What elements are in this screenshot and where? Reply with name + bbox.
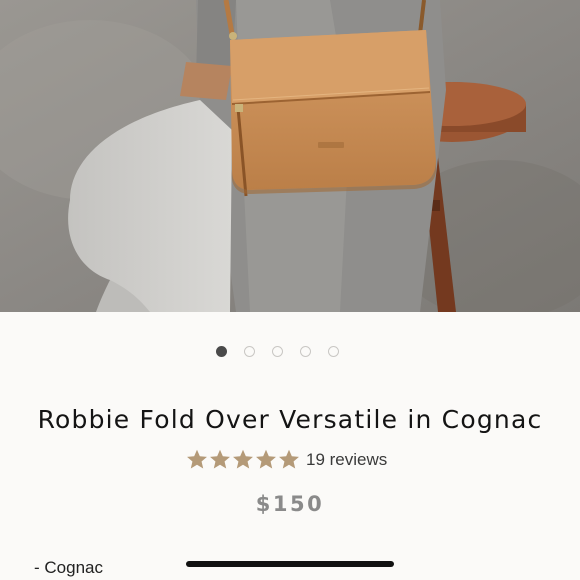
- carousel-dot-2[interactable]: [243, 346, 255, 357]
- product-title: Robbie Fold Over Versatile in Cognac: [37, 405, 543, 434]
- star-icon: [278, 449, 300, 470]
- carousel-dot-4[interactable]: [299, 346, 311, 357]
- star-icon: [255, 449, 277, 470]
- rating-stars: [186, 449, 300, 470]
- product-price: $150: [255, 492, 325, 516]
- image-carousel-dots: [0, 346, 567, 357]
- star-icon: [209, 449, 231, 470]
- star-icon: [232, 449, 254, 470]
- home-indicator-bar[interactable]: [186, 561, 394, 567]
- product-image[interactable]: [0, 0, 580, 312]
- star-icon: [186, 449, 208, 470]
- carousel-dot-5[interactable]: [327, 346, 339, 357]
- carousel-dot-1[interactable]: [215, 346, 227, 357]
- carousel-dot-3[interactable]: [271, 346, 283, 357]
- product-rating[interactable]: 19 reviews: [186, 449, 387, 470]
- reviews-link[interactable]: 19 reviews: [306, 450, 387, 470]
- product-screen: Robbie Fold Over Versatile in Cognac 19 …: [0, 0, 580, 580]
- variant-color: - Cognac: [34, 558, 103, 577]
